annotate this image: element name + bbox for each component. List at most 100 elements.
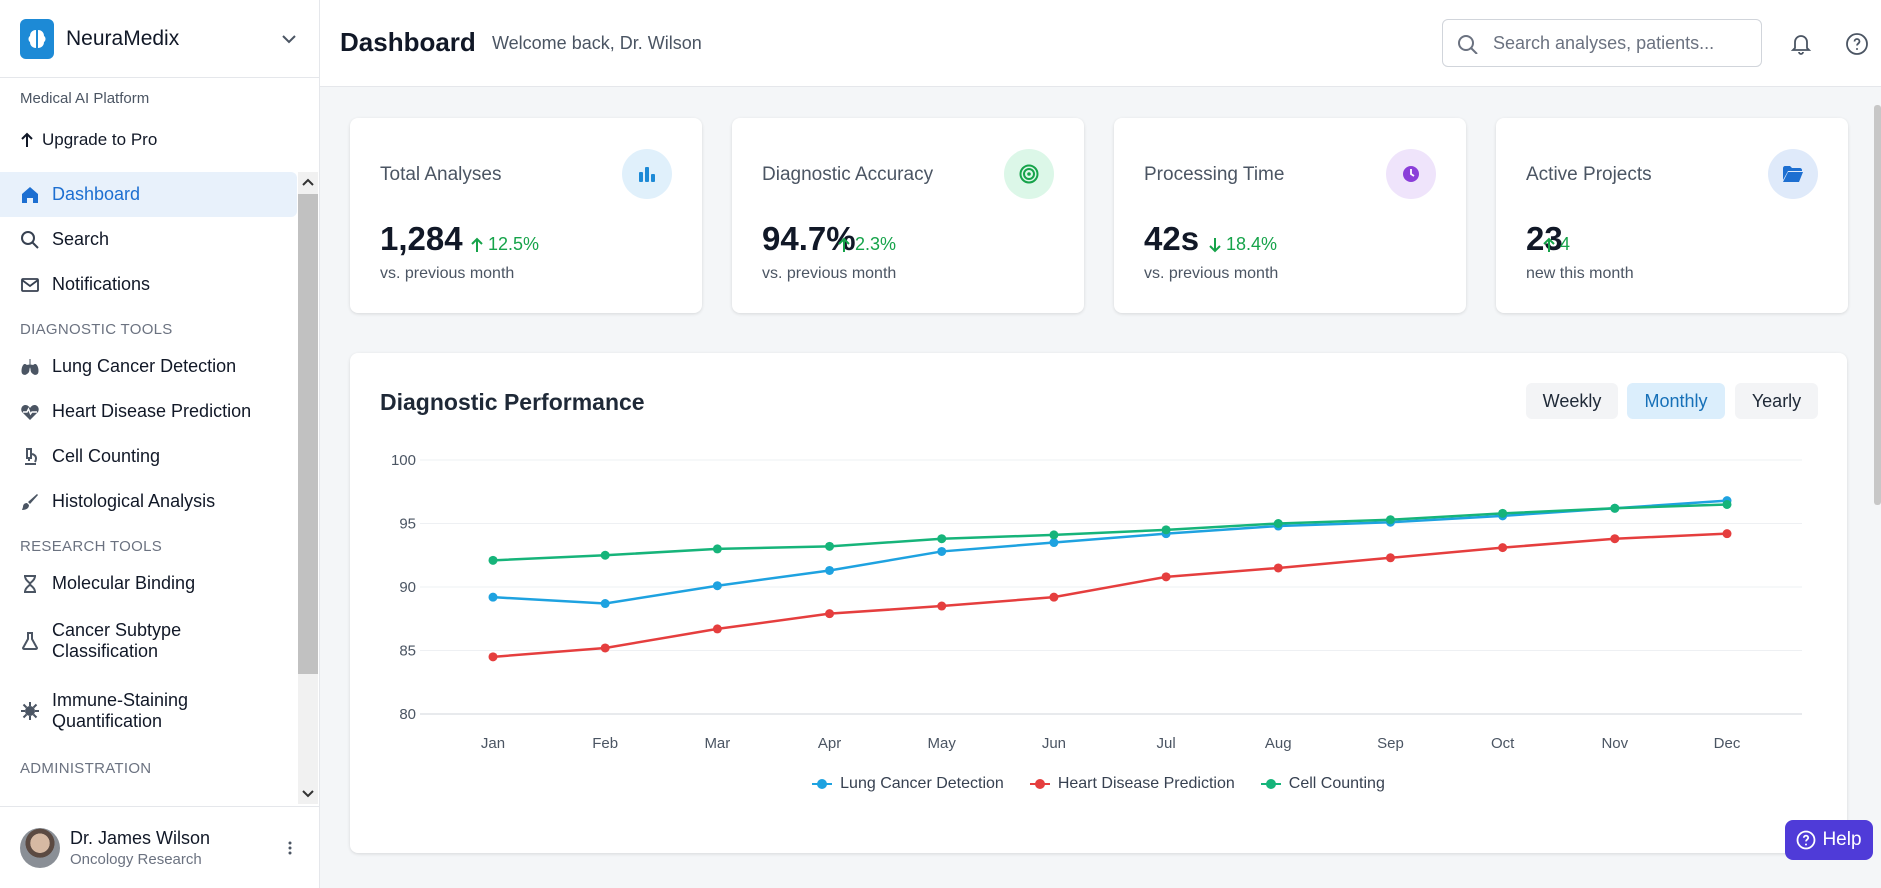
data-point	[937, 546, 947, 556]
bell-icon[interactable]	[1789, 32, 1813, 56]
sidebar-item-label: Molecular Binding	[52, 573, 196, 593]
label-line-2: Classification	[52, 641, 159, 661]
sidebar-item-cell-counting[interactable]: Cell Counting	[0, 434, 297, 479]
clock-icon	[1386, 149, 1436, 199]
search-icon	[1458, 35, 1478, 54]
sidebar-item-label: Histological Analysis	[52, 491, 216, 511]
section-administration: ADMINISTRATION	[20, 760, 152, 777]
heart-pulse-icon	[21, 404, 39, 420]
legend-item-lung[interactable]: Lung Cancer Detection	[812, 775, 1004, 793]
data-point	[1273, 563, 1283, 573]
x-tick-label: Jun	[1042, 735, 1066, 752]
upgrade-button[interactable]: Upgrade to Pro	[0, 120, 319, 160]
user-profile[interactable]: Dr. James Wilson Oncology Research	[0, 806, 320, 888]
folder-open-icon	[1768, 149, 1818, 199]
performance-line-chart: 80 85 90 95 100 Jan Feb Mar Apr May Jun Jul Aug Sep Oc…	[391, 452, 1802, 752]
card-change: 4	[1542, 234, 1570, 255]
brand-name: NeuraMedix	[66, 26, 180, 50]
help-label: Help	[1822, 829, 1862, 850]
avatar	[20, 827, 60, 868]
sidebar-item-heart-disease-prediction[interactable]: Heart Disease Prediction	[0, 389, 297, 434]
bar-chart-icon	[622, 149, 672, 199]
sidebar-item-molecular-binding[interactable]: Molecular Binding	[0, 561, 297, 606]
x-tick-label: Dec	[1714, 735, 1741, 752]
data-point	[600, 643, 610, 653]
scroll-up-icon[interactable]	[298, 172, 318, 192]
data-point	[1273, 519, 1283, 528]
search-input[interactable]	[1493, 32, 1743, 54]
arrow-up-icon	[838, 237, 850, 252]
top-header: Dashboard Welcome back, Dr. Wilson	[320, 0, 1881, 87]
sidebar-item-immune-staining-quantification[interactable]: Immune-Staining Quantification	[0, 676, 297, 746]
label-line-1: Cancer Subtype	[52, 620, 182, 640]
sidebar-scroll-thumb[interactable]	[298, 194, 318, 674]
change-value: 4	[1560, 234, 1571, 254]
data-point	[488, 652, 498, 662]
y-tick-label: 95	[399, 516, 416, 533]
change-value: 2.3%	[855, 234, 897, 254]
page-title: Dashboard	[340, 27, 476, 57]
sidebar-item-label: Search	[52, 229, 110, 249]
card-subtitle: vs. previous month	[380, 265, 515, 282]
help-button[interactable]: Help	[1785, 820, 1873, 860]
legend-item-heart[interactable]: Heart Disease Prediction	[1029, 775, 1235, 793]
sidebar: NeuraMedix Medical AI Platform Upgrade t…	[0, 0, 320, 888]
label-line-2: Quantification	[52, 711, 163, 731]
help-circle-icon[interactable]	[1845, 32, 1869, 56]
sidebar-item-dashboard[interactable]: Dashboard	[0, 172, 297, 217]
x-tick-label: Nov	[1601, 735, 1628, 752]
section-diagnostic-tools: DIAGNOSTIC TOOLS	[20, 321, 173, 338]
y-tick-label: 80	[399, 706, 416, 723]
brain-logo-icon	[20, 18, 54, 59]
arrow-up-icon	[1543, 237, 1555, 252]
main-scrollbar[interactable]	[1874, 105, 1881, 505]
home-icon	[22, 186, 38, 203]
legend-marker	[812, 779, 833, 789]
section-research-tools: RESEARCH TOOLS	[20, 538, 163, 555]
card-value: 42s	[1144, 220, 1200, 257]
legend-item-cell[interactable]: Cell Counting	[1260, 775, 1385, 793]
sidebar-item-label: Immune-Staining Quantification	[52, 690, 188, 732]
card-value: 1,284	[380, 220, 463, 257]
change-value: 12.5%	[488, 234, 540, 254]
lungs-icon	[21, 358, 39, 375]
legend-marker	[1260, 779, 1281, 789]
sidebar-item-notifications[interactable]: Notifications	[0, 262, 297, 307]
chevron-down-icon[interactable]	[279, 29, 299, 49]
sidebar-item-label: Dashboard	[52, 184, 141, 204]
data-point	[1385, 553, 1395, 563]
x-tick-label: Aug	[1265, 735, 1292, 752]
x-tick-label: Jul	[1156, 735, 1175, 752]
card-change: 18.4%	[1208, 234, 1277, 255]
data-point	[712, 544, 722, 554]
sidebar-item-lung-cancer-detection[interactable]: Lung Cancer Detection	[0, 344, 297, 389]
card-subtitle: vs. previous month	[1144, 265, 1279, 282]
search-box[interactable]	[1442, 19, 1762, 67]
stat-card-total-analyses: Total Analyses 1,284 12.5% vs. previous …	[350, 118, 702, 313]
card-subtitle: new this month	[1526, 265, 1634, 282]
label-line-1: Immune-Staining	[52, 690, 189, 710]
y-tick-label: 85	[399, 643, 416, 660]
microscope-icon	[25, 447, 37, 465]
x-tick-label: Mar	[704, 735, 730, 752]
data-point	[712, 581, 722, 591]
more-vertical-icon[interactable]	[280, 838, 300, 858]
search-icon	[21, 230, 39, 249]
x-tick-label: Apr	[818, 735, 841, 752]
sidebar-scrollbar[interactable]	[298, 172, 318, 804]
arrow-up-icon	[21, 132, 33, 147]
sidebar-item-histological-analysis[interactable]: Histological Analysis	[0, 479, 297, 524]
sidebar-item-cancer-subtype-classification[interactable]: Cancer Subtype Classification	[0, 606, 297, 676]
sidebar-nav: Dashboard Search Notifications DIAGNOSTI…	[0, 172, 320, 804]
scroll-down-icon[interactable]	[298, 784, 318, 804]
brand-switcher[interactable]: NeuraMedix	[0, 0, 319, 78]
arrow-up-icon	[471, 237, 483, 252]
help-circle-icon	[1797, 830, 1816, 850]
sidebar-item-label: Notifications	[52, 274, 151, 294]
y-tick-label: 90	[399, 579, 416, 596]
sidebar-item-search[interactable]: Search	[0, 217, 297, 262]
stat-card-active-projects: Active Projects 23 4 new this month	[1496, 118, 1848, 313]
data-point	[1385, 515, 1395, 525]
sidebar-item-label: Cell Counting	[52, 446, 161, 466]
virus-icon	[21, 702, 39, 720]
